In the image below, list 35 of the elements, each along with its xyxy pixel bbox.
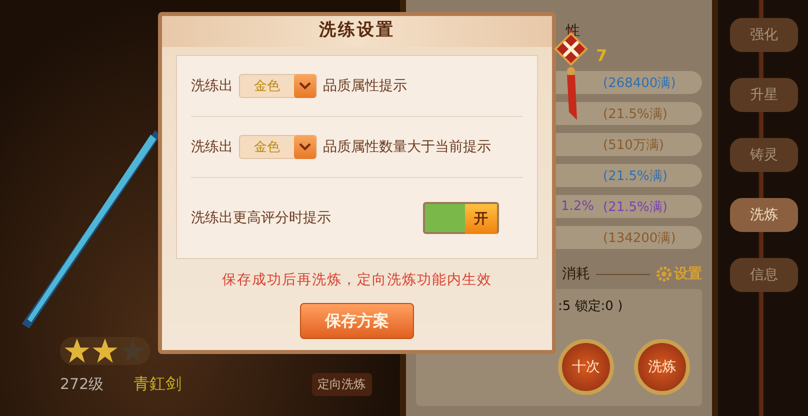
side-tab[interactable]: 洗炼: [730, 198, 798, 232]
stat-max: (268400满): [603, 74, 676, 92]
side-tab[interactable]: 强化: [730, 18, 798, 52]
settings-link[interactable]: 设置: [656, 265, 702, 283]
refine-button[interactable]: 洗炼: [634, 339, 690, 395]
quality-dropdown[interactable]: 金色: [239, 135, 317, 159]
lock-info: :5 锁定:0 ): [558, 298, 624, 315]
quality-dropdown[interactable]: 金色: [239, 74, 317, 98]
option-label: 洗练出: [191, 138, 233, 156]
chevron-icon: [294, 74, 316, 98]
stat-max: (21.5%满): [603, 198, 668, 216]
dialog-title: 洗练设置: [319, 19, 395, 41]
equipment-name: 青釭剑: [134, 374, 182, 395]
cost-label: 消耗: [562, 265, 590, 283]
save-button[interactable]: 保存方案: [300, 303, 414, 339]
option-label: 洗练出: [191, 77, 233, 95]
stat-max: (21.5%满): [603, 168, 668, 184]
stat-value: 1.2%: [561, 199, 594, 214]
notice-text: 保存成功后再洗炼，定向洗炼功能内生效: [222, 271, 492, 289]
score-text: 7: [595, 46, 608, 65]
chevron-icon: [294, 135, 316, 159]
option-label: 洗练出更高评分时提示: [191, 209, 331, 227]
option-label: 品质属性数量大于当前提示: [323, 138, 491, 156]
option-label: 品质属性提示: [323, 77, 407, 95]
level-text: 272级: [60, 375, 104, 394]
toggle-switch[interactable]: 开: [423, 202, 499, 234]
side-tab[interactable]: 升星: [730, 78, 798, 112]
refine-button[interactable]: 十次: [558, 339, 614, 395]
stat-max: (134200满): [603, 230, 676, 246]
side-tab[interactable]: 信息: [730, 258, 798, 292]
stat-max: (510万满): [603, 136, 664, 154]
settings-icon: [656, 266, 672, 282]
side-tab[interactable]: 铸灵: [730, 138, 798, 172]
stat-max: (21.5%满): [603, 106, 668, 122]
targeted-refine-button[interactable]: 定向洗炼: [312, 373, 372, 396]
